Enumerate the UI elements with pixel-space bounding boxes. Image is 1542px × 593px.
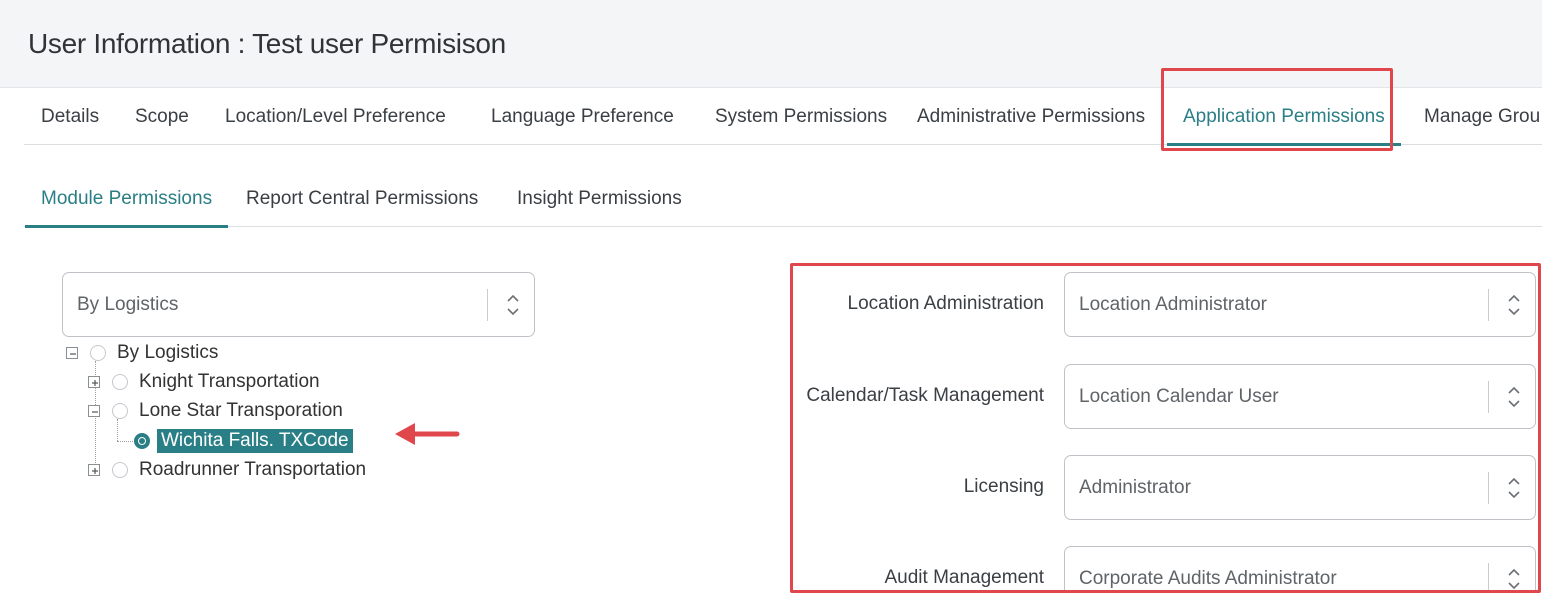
tree-node-selected: Wichita Falls. TXCode	[66, 428, 396, 454]
expand-icon[interactable]	[88, 464, 100, 476]
tree-node: Knight Transportation	[66, 369, 396, 395]
tab-module-permissions[interactable]: Module Permissions	[25, 170, 229, 228]
select-divider	[1488, 563, 1489, 593]
tree-node-label[interactable]: Knight Transportation	[139, 369, 320, 395]
tree-node: Roadrunner Transportation	[66, 457, 396, 483]
tree-node-root: By Logistics	[66, 340, 366, 366]
select-value: Corporate Audits Administrator	[1079, 568, 1337, 589]
page-header: User Information : Test user Permisison	[0, 0, 1542, 88]
tab-insight-permissions[interactable]: Insight Permissions	[501, 170, 698, 227]
tree-radio-checked[interactable]	[134, 433, 150, 449]
page: User Information : Test user Permisison …	[0, 0, 1542, 593]
hierarchy-select-value: By Logistics	[77, 294, 179, 315]
tree-node-label[interactable]: Lone Star Transporation	[139, 398, 343, 424]
tree-node-label-selected[interactable]: Wichita Falls. TXCode	[157, 429, 353, 453]
tab-application-permissions[interactable]: Application Permissions	[1167, 88, 1401, 146]
field-label-calendar-task-management: Calendar/Task Management	[806, 385, 1044, 406]
tab-report-central-permissions[interactable]: Report Central Permissions	[230, 170, 494, 227]
collapse-icon[interactable]	[66, 347, 78, 359]
tree-node-label[interactable]: Roadrunner Transportation	[139, 457, 366, 483]
sub-tab-bar: Module Permissions Report Central Permis…	[24, 170, 1542, 228]
chevron-up-down-icon	[1508, 477, 1520, 499]
tab-location-level-preference[interactable]: Location/Level Preference	[209, 88, 462, 145]
chevron-up-down-icon	[1508, 386, 1520, 408]
hierarchy-select[interactable]: By Logistics	[62, 272, 535, 337]
expand-icon[interactable]	[88, 376, 100, 388]
location-tree: By Logistics Knight Transportation Lone …	[66, 340, 486, 490]
collapse-icon[interactable]	[88, 405, 100, 417]
location-administration-select[interactable]: Location Administrator	[1064, 272, 1536, 337]
chevron-up-down-icon	[1508, 568, 1520, 590]
tree-radio[interactable]	[112, 374, 128, 390]
tab-details[interactable]: Details	[25, 88, 115, 145]
chevron-up-down-icon	[507, 294, 519, 316]
select-divider	[1488, 381, 1489, 413]
main-tab-bar: Details Scope Location/Level Preference …	[24, 88, 1542, 146]
licensing-select[interactable]: Administrator	[1064, 455, 1536, 520]
tree-radio[interactable]	[112, 403, 128, 419]
field-label-audit-management: Audit Management	[884, 567, 1045, 588]
tab-system-permissions[interactable]: System Permissions	[699, 88, 903, 145]
tab-language-preference[interactable]: Language Preference	[475, 88, 690, 145]
field-label-location-administration: Location Administration	[847, 293, 1044, 314]
field-label-licensing: Licensing	[963, 476, 1044, 497]
tab-administrative-permissions[interactable]: Administrative Permissions	[901, 88, 1161, 145]
chevron-up-down-icon	[1508, 294, 1520, 316]
select-divider	[1488, 472, 1489, 504]
audit-management-select[interactable]: Corporate Audits Administrator	[1064, 546, 1536, 593]
select-value: Administrator	[1079, 477, 1191, 498]
tree-node-label[interactable]: By Logistics	[117, 340, 218, 366]
select-value: Location Administrator	[1079, 294, 1267, 315]
tab-scope[interactable]: Scope	[119, 88, 205, 145]
select-divider	[1488, 289, 1489, 321]
tree-radio[interactable]	[90, 345, 106, 361]
tab-manage-groups[interactable]: Manage Grou	[1408, 88, 1542, 145]
tree-node: Lone Star Transporation	[66, 398, 396, 424]
select-divider	[487, 289, 488, 321]
tree-radio[interactable]	[112, 462, 128, 478]
page-title: User Information : Test user Permisison	[28, 28, 506, 59]
annotation-arrow-icon	[395, 423, 460, 445]
calendar-task-management-select[interactable]: Location Calendar User	[1064, 364, 1536, 429]
select-value: Location Calendar User	[1079, 386, 1279, 407]
